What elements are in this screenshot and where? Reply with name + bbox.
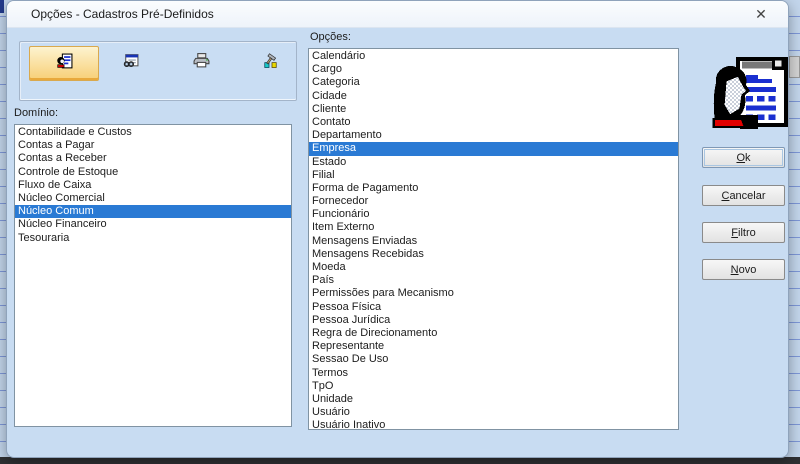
list-item[interactable]: Contas a Pagar — [15, 139, 291, 152]
list-item[interactable]: Fluxo de Caixa — [15, 179, 291, 192]
report-preview-icon — [122, 52, 139, 74]
list-item[interactable]: Sessao De Uso — [309, 353, 678, 366]
new-button[interactable]: Novo — [702, 259, 785, 280]
list-item[interactable]: Controle de Estoque — [15, 166, 291, 179]
window-title: Opções - Cadastros Pré-Definidos — [31, 7, 214, 21]
list-item[interactable]: Cidade — [309, 90, 678, 103]
list-item[interactable]: Tesouraria — [15, 232, 291, 245]
list-item[interactable]: Contabilidade e Custos — [15, 126, 291, 139]
close-icon[interactable]: ✕ — [746, 4, 776, 24]
list-item[interactable]: Pessoa Jurídica — [309, 314, 678, 327]
list-item[interactable]: Permissões para Mecanismo — [309, 287, 678, 300]
list-item[interactable]: Usuário Inativo — [309, 419, 678, 430]
titlebar[interactable]: Opções - Cadastros Pré-Definidos ✕ — [7, 1, 788, 28]
toolbar-panel — [19, 41, 297, 101]
toolbar-button-print[interactable] — [167, 46, 235, 79]
filter-button[interactable]: Filtro — [702, 222, 785, 243]
list-item[interactable]: Contato — [309, 116, 678, 129]
list-item[interactable]: Termos — [309, 367, 678, 380]
list-item[interactable]: Funcionário — [309, 208, 678, 221]
list-item[interactable]: Item Externo — [309, 221, 678, 234]
list-item[interactable]: Núcleo Financeiro — [15, 218, 291, 231]
background-app-scroll-fragment — [789, 56, 800, 78]
list-item[interactable]: Mensagens Enviadas — [309, 235, 678, 248]
tools-icon — [262, 52, 279, 74]
cadastros-dialog-icon — [712, 57, 789, 135]
list-item[interactable]: Empresa — [309, 142, 678, 155]
list-item[interactable]: Cargo — [309, 63, 678, 76]
list-item[interactable]: Categoria — [309, 76, 678, 89]
options-label: Opções: — [310, 31, 351, 43]
list-item[interactable]: Pessoa Física — [309, 301, 678, 314]
toolbar-button-tools[interactable] — [236, 46, 304, 79]
list-item[interactable]: Fornecedor — [309, 195, 678, 208]
list-item[interactable]: Usuário — [309, 406, 678, 419]
ok-button[interactable]: Ok — [702, 147, 785, 168]
list-item[interactable]: Moeda — [309, 261, 678, 274]
list-item[interactable]: País — [309, 274, 678, 287]
list-item[interactable]: Filial — [309, 169, 678, 182]
list-item[interactable]: Estado — [309, 156, 678, 169]
list-item[interactable]: Departamento — [309, 129, 678, 142]
list-item[interactable]: TpO — [309, 380, 678, 393]
list-item[interactable]: Forma de Pagamento — [309, 182, 678, 195]
toolbar-button-cadastros[interactable] — [29, 46, 99, 81]
printer-icon — [193, 52, 210, 74]
list-item[interactable]: Mensagens Recebidas — [309, 248, 678, 261]
options-listbox[interactable]: CalendárioCargoCategoriaCidadeClienteCon… — [308, 48, 679, 430]
list-item[interactable]: Regra de Direcionamento — [309, 327, 678, 340]
list-item[interactable]: Unidade — [309, 393, 678, 406]
list-item[interactable]: Núcleo Comercial — [15, 192, 291, 205]
domain-label: Domínio: — [14, 107, 58, 119]
list-item[interactable]: Calendário — [309, 50, 678, 63]
list-item[interactable]: Contas a Receber — [15, 152, 291, 165]
toolbar-button-preview[interactable] — [96, 46, 164, 79]
cadastros-pre-definidos-icon — [56, 53, 73, 75]
list-item[interactable]: Núcleo Comum — [15, 205, 291, 218]
domain-listbox[interactable]: Contabilidade e CustosContas a PagarCont… — [14, 124, 292, 427]
list-item[interactable]: Cliente — [309, 103, 678, 116]
cancel-button[interactable]: Cancelar — [702, 185, 785, 206]
list-item[interactable]: Representante — [309, 340, 678, 353]
background-app-icon-fragment — [0, 0, 4, 13]
options-dialog: Opções - Cadastros Pré-Definidos ✕ — [6, 0, 789, 458]
